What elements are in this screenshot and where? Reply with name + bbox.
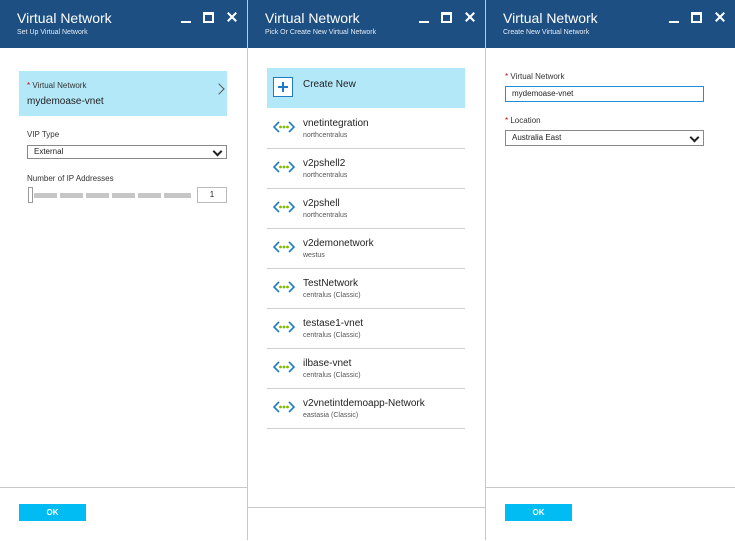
- ok-button[interactable]: OK: [19, 504, 86, 521]
- virtual-network-name: testase1-vnet: [303, 318, 364, 329]
- minimize-icon[interactable]: [417, 10, 431, 24]
- chevron-right-icon: [213, 83, 225, 95]
- virtual-network-location: eastasia (Classic): [303, 412, 359, 419]
- blade-title: Virtual Network: [17, 10, 112, 26]
- blade-setup-virtual-network: Virtual Network Set Up Virtual Network *…: [0, 0, 247, 540]
- minimize-icon[interactable]: [179, 10, 193, 24]
- virtual-network-name: TestNetwork: [303, 278, 359, 289]
- blade-subtitle: Pick Or Create New Virtual Network: [265, 29, 377, 36]
- virtual-network-location: centralus (Classic): [303, 332, 361, 339]
- blade-subtitle: Create New Virtual Network: [503, 29, 590, 36]
- blade-title: Virtual Network: [503, 10, 598, 26]
- slider-segment: [164, 193, 191, 198]
- virtual-network-item[interactable]: v2vnetintdemoapp-Network eastasia (Classi…: [267, 389, 465, 429]
- blade-footer: [248, 507, 485, 541]
- virtual-network-icon: [273, 361, 295, 373]
- virtual-network-name: v2demonetwork: [303, 238, 374, 249]
- chevron-down-icon: [689, 132, 700, 143]
- ip-addresses-slider[interactable]: [28, 187, 192, 203]
- location-value: Australia East: [512, 133, 562, 142]
- blade-header: Virtual Network Set Up Virtual Network: [0, 0, 247, 48]
- close-icon[interactable]: [463, 10, 477, 24]
- virtual-network-item[interactable]: v2pshell northcentralus: [267, 189, 465, 229]
- slider-thumb[interactable]: [28, 187, 33, 203]
- virtual-network-item[interactable]: TestNetwork centralus (Classic): [267, 269, 465, 309]
- virtual-network-location: northcentralus: [303, 132, 348, 139]
- virtual-network-icon: [273, 201, 295, 213]
- maximize-icon[interactable]: [439, 10, 453, 24]
- virtual-network-location: northcentralus: [303, 172, 348, 179]
- blade-footer: OK: [486, 487, 735, 541]
- virtual-network-name: ilbase-vnet: [303, 358, 352, 369]
- virtual-network-item[interactable]: ilbase-vnet centralus (Classic): [267, 349, 465, 389]
- blade-pick-virtual-network: Virtual Network Pick Or Create New Virtu…: [247, 0, 485, 540]
- chevron-down-icon: [212, 146, 223, 157]
- virtual-network-icon: [273, 401, 295, 413]
- virtual-network-item[interactable]: v2demonetwork westus: [267, 229, 465, 269]
- virtual-network-location: centralus (Classic): [303, 292, 361, 299]
- maximize-icon[interactable]: [201, 10, 215, 24]
- virtual-network-name: v2pshell: [303, 198, 340, 209]
- virtual-network-value: mydemoase-vnet: [27, 96, 104, 107]
- minimize-icon[interactable]: [667, 10, 681, 24]
- virtual-network-icon: [273, 121, 295, 133]
- close-icon[interactable]: [225, 10, 239, 24]
- virtual-network-selector[interactable]: * Virtual Network mydemoase-vnet: [19, 71, 227, 116]
- location-select[interactable]: Australia East: [505, 130, 704, 146]
- create-new-button[interactable]: Create New: [267, 68, 465, 108]
- virtual-network-name: vnetintegration: [303, 118, 369, 129]
- virtual-network-item[interactable]: v2pshell2 northcentralus: [267, 149, 465, 189]
- slider-segment: [34, 193, 57, 198]
- virtual-network-icon: [273, 281, 295, 293]
- virtual-network-location: westus: [303, 252, 325, 259]
- close-icon[interactable]: [713, 10, 727, 24]
- virtual-network-label-text: Virtual Network: [510, 72, 565, 81]
- blade-subtitle: Set Up Virtual Network: [17, 29, 88, 36]
- blade-title: Virtual Network: [265, 10, 360, 26]
- virtual-network-icon: [273, 321, 295, 333]
- virtual-network-label: * Virtual Network: [505, 72, 564, 81]
- slider-segment: [112, 193, 135, 198]
- ok-button[interactable]: OK: [505, 504, 572, 521]
- virtual-network-item[interactable]: testase1-vnet centralus (Classic): [267, 309, 465, 349]
- vip-type-value: External: [34, 147, 64, 156]
- location-label-text: Location: [510, 116, 541, 125]
- required-marker: *: [505, 72, 509, 81]
- location-label: * Location: [505, 116, 541, 125]
- virtual-network-name: v2pshell2: [303, 158, 346, 169]
- plus-icon: [273, 77, 293, 97]
- slider-segment: [86, 193, 109, 198]
- slider-segment: [60, 193, 83, 198]
- slider-segment: [138, 193, 161, 198]
- vip-type-label: VIP Type: [27, 130, 60, 139]
- required-marker: *: [505, 116, 509, 125]
- virtual-network-item[interactable]: vnetintegration northcentralus: [267, 109, 465, 149]
- virtual-network-label-text: Virtual Network: [32, 81, 87, 90]
- virtual-network-label: * Virtual Network: [27, 81, 86, 90]
- blade-create-virtual-network: Virtual Network Create New Virtual Netwo…: [485, 0, 735, 540]
- blade-header: Virtual Network Create New Virtual Netwo…: [486, 0, 735, 48]
- maximize-icon[interactable]: [689, 10, 703, 24]
- create-new-label: Create New: [303, 79, 356, 90]
- virtual-network-location: northcentralus: [303, 212, 348, 219]
- virtual-network-icon: [273, 161, 295, 173]
- blade-footer: OK: [0, 487, 247, 541]
- ip-addresses-label: Number of IP Addresses: [27, 174, 114, 183]
- vip-type-select[interactable]: External: [27, 145, 227, 159]
- ip-addresses-input[interactable]: 1: [197, 187, 227, 203]
- required-marker: *: [27, 81, 31, 90]
- blade-header: Virtual Network Pick Or Create New Virtu…: [248, 0, 485, 48]
- virtual-network-name-input[interactable]: mydemoase-vnet: [505, 86, 704, 102]
- virtual-network-icon: [273, 241, 295, 253]
- virtual-network-location: centralus (Classic): [303, 372, 361, 379]
- virtual-network-name: v2vnetintdemoapp-Network: [303, 398, 425, 409]
